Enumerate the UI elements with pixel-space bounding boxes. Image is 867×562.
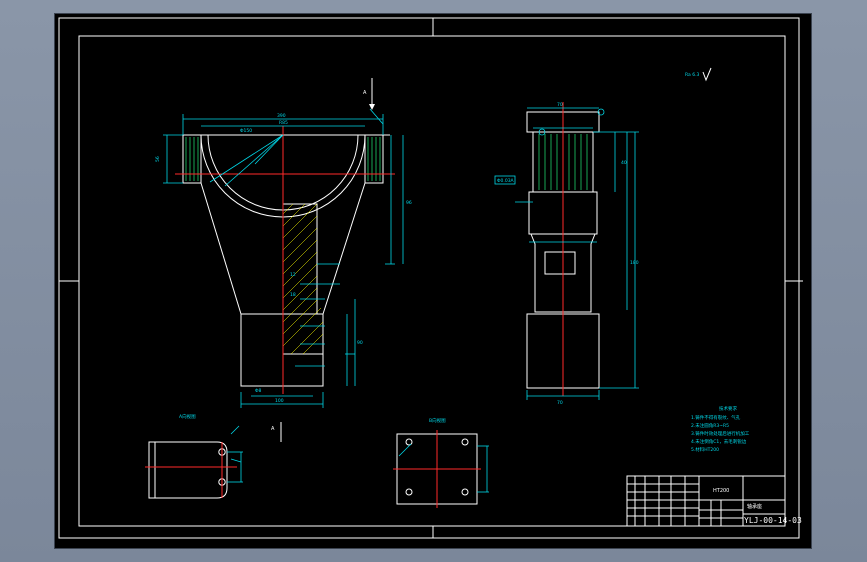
drawing-frame bbox=[78, 35, 786, 527]
view-a bbox=[145, 425, 243, 499]
title-block: 轴承座 HT200 YLJ-00-14-03 bbox=[626, 475, 802, 527]
svg-text:40: 40 bbox=[621, 160, 627, 166]
svg-text:Φ150: Φ150 bbox=[240, 128, 252, 134]
svg-text:56: 56 bbox=[155, 156, 161, 162]
svg-text:390: 390 bbox=[277, 113, 286, 119]
svg-text:70: 70 bbox=[557, 400, 563, 406]
tech-req-line-2: 2.未注圆角R3~R5 bbox=[691, 422, 729, 429]
tech-req-line-3: 3.铸件时效处理后进行机加工 bbox=[691, 430, 750, 437]
tech-req-line-5: 5.材料HT200 bbox=[691, 446, 719, 453]
view-b bbox=[393, 430, 489, 508]
svg-text:180: 180 bbox=[630, 260, 639, 266]
svg-text:12: 12 bbox=[290, 272, 296, 278]
svg-text:Φ8: Φ8 bbox=[255, 388, 262, 394]
centering-marks bbox=[59, 18, 803, 538]
material: HT200 bbox=[713, 488, 729, 494]
roughness-note: Ra 6.3 bbox=[685, 72, 700, 78]
technical-requirements: 技术要求 1.铸件不得有裂纹、气孔 2.未注圆角R3~R5 3.铸件时效处理后进… bbox=[691, 405, 750, 453]
drawing-number: YLJ-00-14-03 bbox=[744, 516, 802, 525]
view-a-label: A向视图 bbox=[179, 413, 196, 420]
section-label-top: A bbox=[363, 90, 367, 96]
svg-text:Φ0.03A: Φ0.03A bbox=[497, 178, 515, 184]
svg-text:70: 70 bbox=[557, 102, 563, 108]
view-b-label: B向视图 bbox=[429, 417, 446, 424]
front-view: 390 R85 Φ150 56 96 100 90 Φ8 12 18 bbox=[155, 78, 412, 442]
sheet-border bbox=[58, 17, 800, 539]
tech-req-line-1: 1.铸件不得有裂纹、气孔 bbox=[691, 414, 741, 421]
side-view: 70 40 180 70 Φ0.03A bbox=[494, 102, 639, 406]
section-label-bottom: A bbox=[271, 426, 275, 432]
roughness-symbol: Ra 6.3 bbox=[685, 67, 712, 82]
svg-text:R85: R85 bbox=[279, 120, 288, 126]
svg-text:18: 18 bbox=[290, 292, 296, 298]
svg-text:90: 90 bbox=[357, 340, 363, 346]
tech-req-title: 技术要求 bbox=[719, 405, 737, 412]
cad-drawing-viewport[interactable]: 390 R85 Φ150 56 96 100 90 Φ8 12 18 A A 7… bbox=[55, 14, 811, 548]
svg-text:100: 100 bbox=[275, 398, 284, 404]
drawing-sheet: 390 R85 Φ150 56 96 100 90 Φ8 12 18 A A 7… bbox=[58, 17, 803, 539]
part-name: 轴承座 bbox=[747, 503, 762, 510]
tech-req-line-4: 4.未注倒角C1，去毛刺锐边 bbox=[691, 438, 747, 445]
svg-text:96: 96 bbox=[406, 200, 412, 206]
